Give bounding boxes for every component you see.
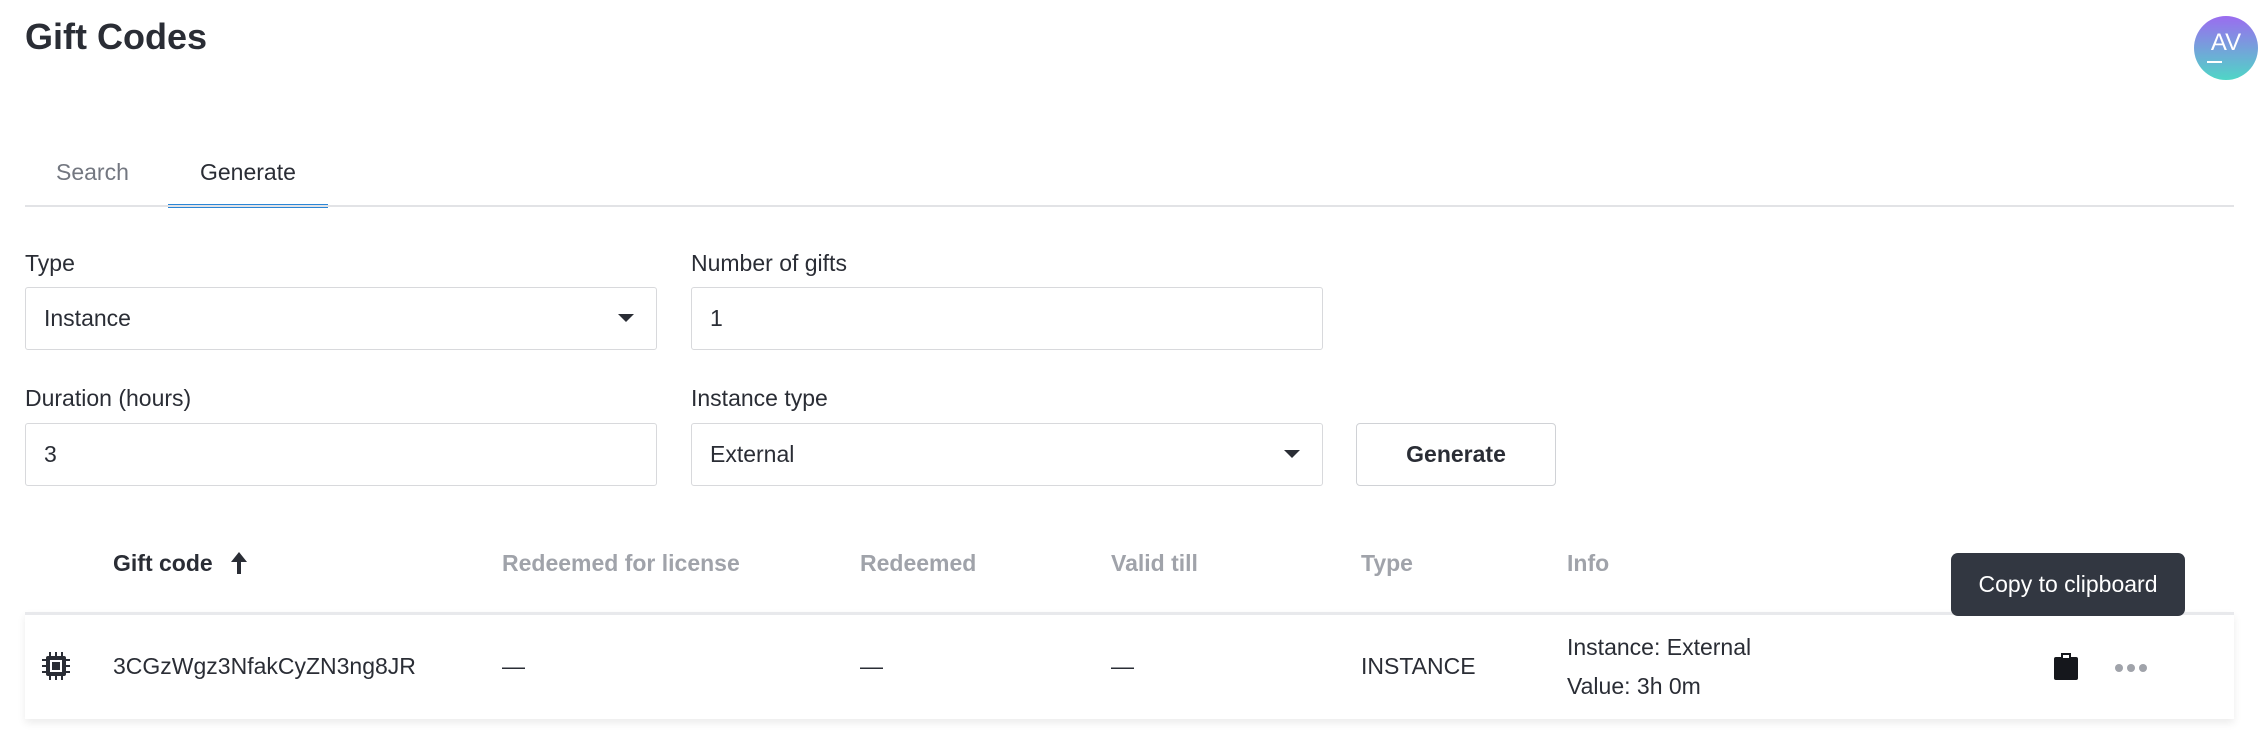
gift-code: 3CGzWgz3NfakCyZN3ng8JR: [113, 653, 416, 679]
duration-label: Duration (hours): [25, 385, 192, 411]
column-header-gift-code[interactable]: Gift code: [113, 550, 249, 577]
redeemed: —: [860, 653, 883, 679]
chip-icon: [42, 652, 70, 680]
redeemed-for-license: —: [502, 653, 525, 679]
tabs-divider: [25, 205, 2234, 207]
column-header-valid-till[interactable]: Valid till: [1111, 550, 1198, 577]
type-label: Type: [25, 250, 75, 276]
avatar-underline: [2207, 61, 2222, 63]
clipboard-icon[interactable]: [2053, 653, 2079, 681]
info-value: Value: 3h 0m: [1567, 673, 1701, 699]
chevron-down-icon: [618, 314, 634, 322]
valid-till: —: [1111, 653, 1134, 679]
avatar-initials: AV: [2210, 29, 2242, 56]
instance-type-value: External: [710, 441, 795, 467]
column-header-info[interactable]: Info: [1567, 550, 1609, 577]
info-instance: Instance: External: [1567, 634, 1752, 660]
type-value: Instance: [44, 305, 131, 331]
column-header-type[interactable]: Type: [1361, 550, 1413, 577]
instance-type-select[interactable]: External: [691, 423, 1323, 486]
avatar[interactable]: AV: [2194, 16, 2258, 80]
duration-input[interactable]: 3: [25, 423, 657, 486]
arrow-up-icon: [231, 552, 248, 574]
column-label: Gift code: [113, 550, 213, 576]
column-header-redeemed[interactable]: Redeemed: [860, 550, 976, 577]
number-of-gifts-label: Number of gifts: [691, 250, 847, 276]
more-actions-icon[interactable]: [2115, 659, 2151, 677]
instance-type-label: Instance type: [691, 385, 828, 411]
tooltip: Copy to clipboard: [1951, 553, 2185, 616]
column-header-redeemed-for-license[interactable]: Redeemed for license: [502, 550, 740, 577]
tab-search[interactable]: Search: [24, 158, 161, 208]
chevron-down-icon: [1284, 450, 1300, 458]
type: INSTANCE: [1361, 653, 1476, 679]
type-select[interactable]: Instance: [25, 287, 657, 350]
page-title: Gift Codes: [25, 16, 208, 57]
table-row[interactable]: 3CGzWgz3NfakCyZN3ng8JR — — — INSTANCE In…: [25, 612, 2234, 719]
generate-button[interactable]: Generate: [1356, 423, 1556, 486]
number-of-gifts-input[interactable]: 1: [691, 287, 1323, 350]
tab-generate[interactable]: Generate: [168, 158, 328, 208]
